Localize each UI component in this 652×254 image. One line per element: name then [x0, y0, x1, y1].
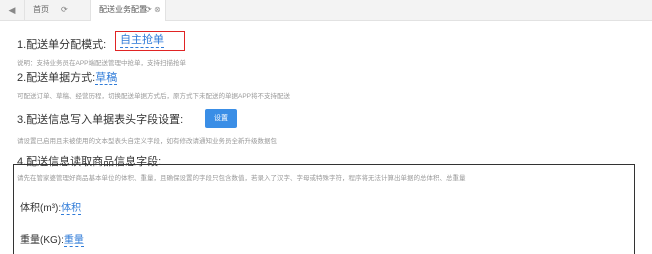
section2-heading: 2.配送单据方式:草稿: [17, 69, 118, 85]
section1-note: 说明：支持业务员在APP端配送管理中抢单，支持扫描抢单: [17, 60, 187, 67]
refresh-icon[interactable]: ⟳: [145, 0, 152, 20]
section2-note: 可配送订单、草稿、经营历程，切换配送单据方式后，原方式下未配送的单据APP将不支…: [17, 93, 291, 100]
section3-title: 3.配送信息写入单据表头字段设置:: [17, 114, 184, 126]
volume-field: 体积(m³):体积: [20, 199, 82, 215]
settings-button[interactable]: 设置: [205, 109, 237, 128]
volume-label: 体积(m³):: [20, 203, 62, 214]
section1-title: 1.配送单分配模式:: [17, 39, 107, 51]
close-icon[interactable]: ⊗: [154, 0, 161, 20]
section2-title: 2.配送单据方式:: [17, 72, 96, 84]
weight-field: 重量(KG):重量: [20, 231, 84, 247]
section3-note: 请设置已启用且未被使用的文本型表头自定义字段，如有修改请通知业务员全新升级数据包: [17, 138, 277, 145]
distribution-mode-link[interactable]: 自主抢单: [120, 34, 164, 48]
volume-field-link[interactable]: 体积: [61, 203, 82, 215]
weight-label: 重量(KG):: [20, 235, 64, 246]
tab-home-label: 首页: [33, 5, 49, 14]
tab-delivery-config-label: 配送业务配置: [99, 5, 147, 14]
refresh-icon[interactable]: ⟳: [61, 0, 68, 20]
product-fields-box: 体积(m³):体积 重量(KG):重量: [13, 164, 635, 254]
tab-delivery-config[interactable]: 配送业务配置 ⟳ ⊗: [90, 0, 166, 21]
tab-home[interactable]: 首页 ⟳: [24, 0, 76, 20]
document-mode-link[interactable]: 草稿: [95, 72, 118, 85]
back-arrow-icon[interactable]: ◀: [6, 4, 18, 16]
weight-field-link[interactable]: 重量: [63, 235, 84, 247]
mode-highlight-box: 自主抢单: [115, 31, 185, 51]
tab-bar: ◀ 首页 ⟳ 配送业务配置 ⟳ ⊗: [0, 0, 652, 21]
